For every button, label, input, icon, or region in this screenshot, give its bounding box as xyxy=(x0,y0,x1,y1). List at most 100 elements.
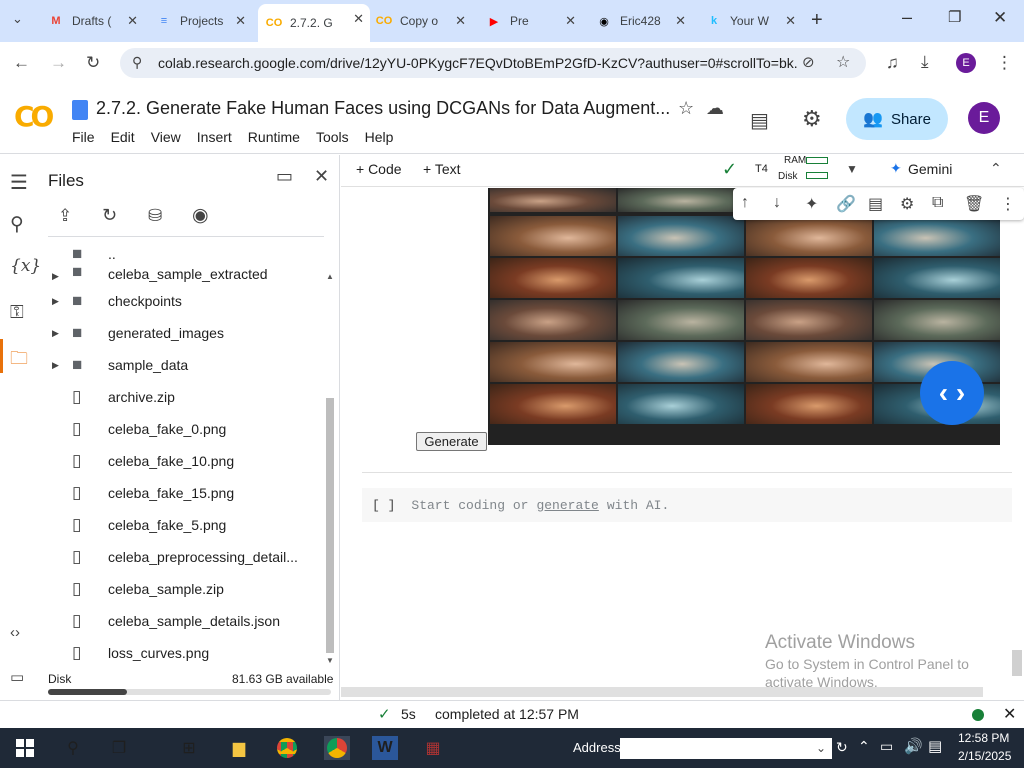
clock-date[interactable]: 2/15/2025 xyxy=(958,749,1011,763)
chrome-icon[interactable] xyxy=(274,736,300,760)
generate-button[interactable]: Generate xyxy=(416,432,487,451)
collapse-header-icon[interactable]: ⌃ xyxy=(990,160,1002,177)
search-icon[interactable]: ⚲ xyxy=(10,213,24,236)
expand-caret-icon[interactable]: ▶ xyxy=(52,271,72,282)
address-go-icon[interactable]: ↻ xyxy=(836,739,848,756)
winrar-icon[interactable]: ▦ xyxy=(420,736,446,760)
gemini-cell-icon[interactable]: ✦ xyxy=(805,194,818,214)
window-close-icon[interactable]: ✕ xyxy=(993,8,1007,28)
browser-tab[interactable]: M Drafts (✕ xyxy=(40,6,144,36)
tray-overflow-icon[interactable]: ⌃ xyxy=(858,738,870,755)
file-explorer-icon[interactable]: ▆ xyxy=(226,736,252,760)
colab-logo[interactable]: CO xyxy=(14,100,54,133)
folder-item[interactable]: ▶ ■ sample_data xyxy=(52,349,188,381)
mirror-cell-icon[interactable]: ⧉ xyxy=(932,194,943,212)
browser-menu-icon[interactable]: ⋮ xyxy=(996,53,1013,73)
menu-item[interactable]: Runtime xyxy=(248,129,300,145)
notifications-icon[interactable]: ▤ xyxy=(928,737,942,755)
vertical-scrollbar[interactable] xyxy=(1012,650,1022,676)
menu-item[interactable]: View xyxy=(151,129,181,145)
comment-icon[interactable]: ▤ xyxy=(868,194,883,214)
word-icon[interactable]: W xyxy=(372,736,398,760)
horizontal-scrollbar[interactable] xyxy=(341,687,983,697)
menu-item[interactable]: Help xyxy=(365,129,394,145)
taskbar-search-icon[interactable]: ⚲ xyxy=(60,736,86,760)
browser-tab[interactable]: k Your W ✕ xyxy=(698,6,802,36)
cloud-sync-icon[interactable]: ☁ xyxy=(706,98,724,119)
download-icon[interactable]: ⤓ xyxy=(921,52,929,72)
move-cell-up-icon[interactable]: ↑ xyxy=(741,194,749,212)
move-cell-down-icon[interactable]: ↓ xyxy=(773,194,781,212)
expand-caret-icon[interactable]: ▶ xyxy=(52,360,72,371)
omnibox[interactable]: ⚲ colab.research.google.com/drive/12yYU-… xyxy=(120,48,866,78)
code-snippets-icon[interactable]: ‹› xyxy=(10,624,20,641)
new-tab-button[interactable]: + xyxy=(811,9,823,32)
address-toolbar-input[interactable] xyxy=(620,738,832,759)
clock-time[interactable]: 12:58 PM xyxy=(958,731,1009,745)
file-tree-scroll-up-icon[interactable]: ▲ xyxy=(326,272,334,281)
menu-item[interactable]: Insert xyxy=(197,129,232,145)
cell-run-indicator[interactable]: [ ] xyxy=(372,498,395,513)
browser-tab[interactable]: ◉ Eric428 ✕ xyxy=(588,6,692,36)
table-of-contents-icon[interactable]: ☰ xyxy=(10,170,28,195)
browser-tab[interactable]: CO Copy o ✕ xyxy=(368,6,472,36)
restore-icon[interactable]: ❐ xyxy=(948,8,961,26)
network-icon[interactable]: ▭ xyxy=(880,738,893,755)
add-text-button[interactable]: + Text xyxy=(423,161,461,177)
runtime-dropdown-icon[interactable]: ▼ xyxy=(846,162,858,176)
tab-close-icon[interactable]: ✕ xyxy=(565,13,576,29)
browser-tab[interactable]: ≡ Projects ✕ xyxy=(148,6,252,36)
file-item[interactable]: ▯ archive.zip xyxy=(52,381,175,413)
file-item[interactable]: ▯ celeba_fake_0.png xyxy=(52,413,226,445)
status-close-icon[interactable]: ✕ xyxy=(1003,704,1016,724)
file-tree-scrollbar[interactable] xyxy=(326,398,334,653)
chrome-active-icon[interactable] xyxy=(324,736,350,760)
upload-file-icon[interactable]: ⇪ xyxy=(58,206,72,226)
file-item[interactable]: ▯ celeba_fake_5.png xyxy=(52,509,226,541)
folder-item[interactable]: ▶ ■ celeba_sample_extracted xyxy=(52,258,268,282)
files-folder-icon[interactable]: 🗀 xyxy=(10,346,28,376)
camera-off-icon[interactable]: ⊘ xyxy=(802,53,815,71)
store-icon[interactable]: ⊞ xyxy=(176,736,202,760)
comments-icon[interactable]: ▤ xyxy=(750,108,769,133)
reload-icon[interactable]: ↻ xyxy=(86,53,100,73)
windows-start-icon[interactable] xyxy=(12,736,38,760)
settings-gear-icon[interactable]: ⚙ xyxy=(802,106,822,132)
file-item[interactable]: ▯ celeba_preprocessing_detail... xyxy=(52,541,298,573)
file-item[interactable]: ▯ celeba_sample.zip xyxy=(52,573,224,605)
file-item[interactable]: ▯ celeba_fake_15.png xyxy=(52,477,234,509)
browser-tab[interactable]: ▶ Pre ✕ xyxy=(478,6,582,36)
code-view-fab[interactable]: ‹ › xyxy=(920,361,984,425)
variables-icon[interactable]: {x} xyxy=(10,256,41,276)
menu-item[interactable]: Edit xyxy=(111,129,135,145)
tab-close-icon[interactable]: ✕ xyxy=(455,13,466,29)
tab-close-icon[interactable]: ✕ xyxy=(785,13,796,29)
bookmark-star-icon[interactable]: ☆ xyxy=(836,52,850,72)
folder-item[interactable]: ▶ ■ checkpoints xyxy=(52,285,182,317)
file-item[interactable]: ▯ loss_curves.png xyxy=(52,637,209,669)
generate-with-ai-link[interactable]: generate xyxy=(536,498,598,513)
tab-search-icon[interactable]: ⌄ xyxy=(12,11,23,27)
menu-item[interactable]: File xyxy=(72,129,95,145)
star-icon[interactable]: ☆ xyxy=(678,98,694,119)
refresh-icon[interactable]: ↻ xyxy=(102,205,117,226)
open-in-tab-icon[interactable]: ▭ xyxy=(276,166,293,187)
back-icon[interactable]: ← xyxy=(13,53,30,73)
tab-close-icon[interactable]: ✕ xyxy=(353,11,364,27)
forward-icon[interactable]: → xyxy=(50,53,67,73)
file-tree-scroll-down-icon[interactable]: ▼ xyxy=(326,656,334,665)
execution-completed[interactable]: completed at 12:57 PM xyxy=(435,706,579,722)
tab-close-icon[interactable]: ✕ xyxy=(675,13,686,29)
runtime-type[interactable]: T4 xyxy=(755,163,768,175)
address-toolbar-dropdown-icon[interactable]: ⌄ xyxy=(816,741,826,755)
delete-cell-icon[interactable]: 🗑 xyxy=(964,194,984,214)
volume-icon[interactable]: 🔊 xyxy=(904,737,923,755)
share-button[interactable]: 👥 Share xyxy=(846,98,948,140)
add-code-button[interactable]: + Code xyxy=(356,161,402,177)
expand-caret-icon[interactable]: ▶ xyxy=(52,328,72,339)
tab-close-icon[interactable]: ✕ xyxy=(127,13,138,29)
cell-settings-icon[interactable]: ⚙ xyxy=(900,194,914,214)
folder-item[interactable]: ▶ ■ generated_images xyxy=(52,317,224,349)
file-item[interactable]: ▯ celeba_fake_10.png xyxy=(52,445,234,477)
show-hidden-eye-icon[interactable]: ◉ xyxy=(192,204,209,227)
